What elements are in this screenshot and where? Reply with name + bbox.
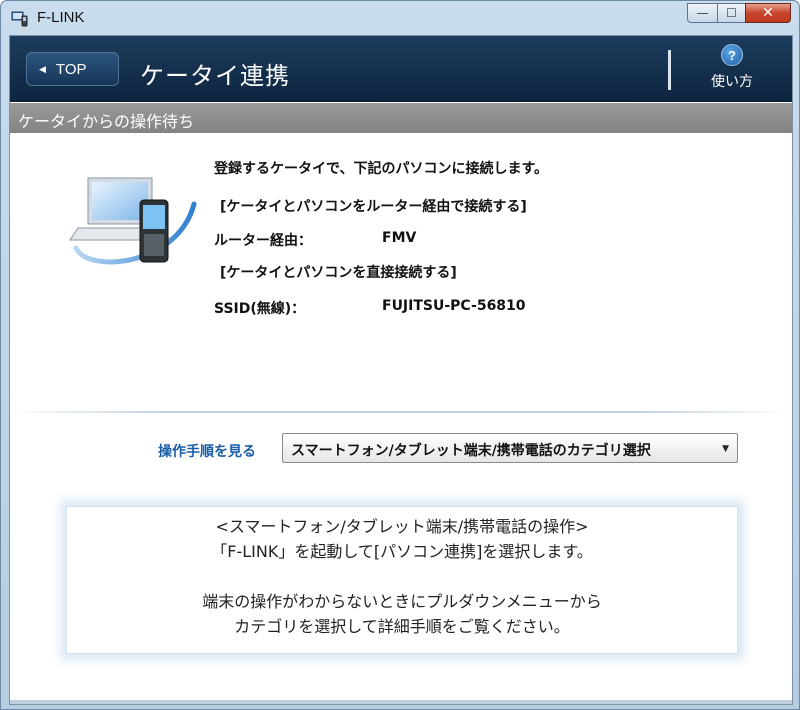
section-divider [10, 411, 792, 413]
procedure-label: 操作手順を見る [158, 444, 256, 460]
intro-text: 登録するケータイで、下記のパソコンに接続します。 [214, 161, 549, 177]
window-controls: — ☐ ✕ [687, 3, 791, 23]
instruction-spacer [66, 564, 738, 589]
maximize-button[interactable]: ☐ [717, 3, 745, 23]
window-title: F-LINK [37, 9, 85, 26]
f-link-app-icon [11, 11, 28, 27]
header-bar: ◀ TOP ケータイ連携 ? 使い方 [10, 36, 792, 102]
instruction-box: <スマートフォン/タブレット端末/携帯電話の操作> 「F-LINK」を起動して[… [66, 506, 738, 654]
back-arrow-icon: ◀ [39, 63, 46, 74]
minimize-icon: — [696, 6, 709, 20]
help-button[interactable]: ? 使い方 [702, 44, 762, 96]
close-button[interactable]: ✕ [745, 3, 791, 23]
router-label: ルーター経由： [214, 233, 312, 249]
top-button-label: TOP [55, 60, 87, 78]
ssid-label: SSID(無線)： [214, 301, 306, 317]
title-bar[interactable]: F-LINK — ☐ ✕ [1, 1, 799, 35]
instruction-line-4: カテゴリを選択して詳細手順をご覧ください。 [234, 617, 570, 636]
client-area: ◀ TOP ケータイ連携 ? 使い方 ケータイからの操作待ち 登録するケータイで… [9, 35, 793, 705]
instruction-line-2: 「F-LINK」を起動して[パソコン連携]を選択します。 [211, 542, 593, 561]
chevron-down-icon: ▼ [722, 444, 729, 454]
instruction-line-1: <スマートフォン/タブレット端末/携帯電話の操作> [215, 517, 589, 536]
header-divider [668, 50, 671, 90]
router-heading: [ケータイとパソコンをルーター経由で接続する] [220, 199, 527, 215]
app-window: F-LINK — ☐ ✕ ◀ TOP ケータイ連携 ? 使い方 ケータイからの操… [0, 0, 800, 710]
minimize-button[interactable]: — [687, 3, 717, 23]
page-title: ケータイ連携 [140, 62, 290, 90]
help-label: 使い方 [711, 74, 753, 90]
help-icon: ? [721, 44, 743, 66]
category-select-value: スマートフォン/タブレット端末/携帯電話のカテゴリ選択 [291, 443, 651, 459]
ssid-value: FUJITSU-PC-56810 [382, 298, 526, 314]
laptop-phone-connection-icon [69, 177, 197, 265]
close-icon: ✕ [762, 5, 774, 21]
status-heading: ケータイからの操作待ち [10, 103, 792, 133]
maximize-icon: ☐ [726, 6, 737, 20]
top-button[interactable]: ◀ TOP [26, 52, 119, 86]
router-value: FMV [382, 230, 417, 246]
instruction-line-3: 端末の操作がわからないときにプルダウンメニューから [202, 592, 602, 611]
window-bottom-edge [10, 700, 792, 704]
category-select[interactable]: スマートフォン/タブレット端末/携帯電話のカテゴリ選択 ▼ [282, 433, 738, 463]
direct-heading: [ケータイとパソコンを直接接続する] [220, 265, 457, 281]
